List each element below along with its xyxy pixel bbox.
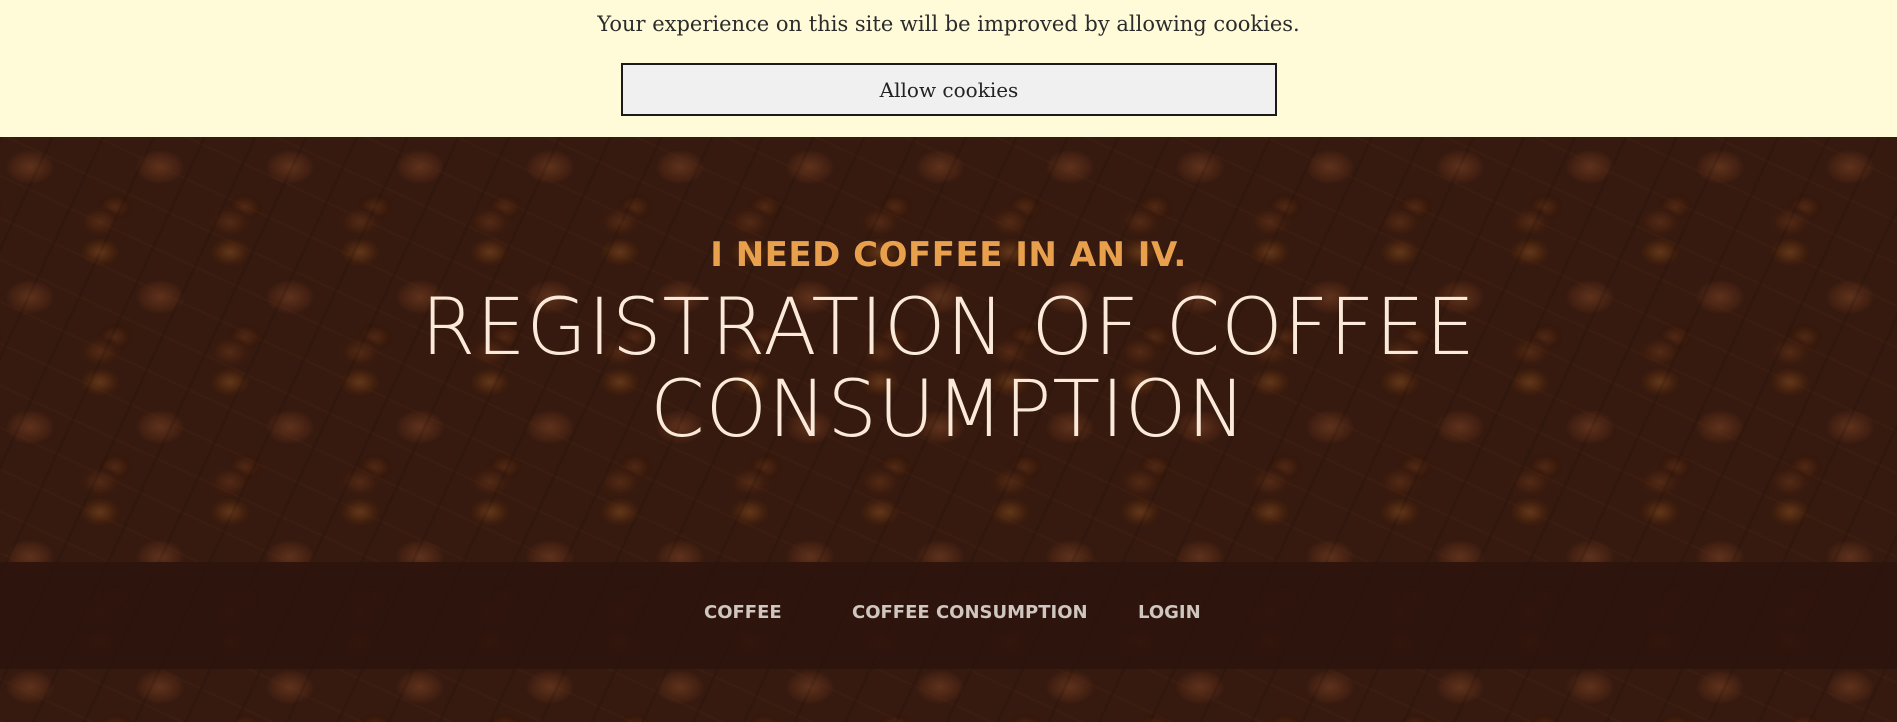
page-title: REGISTRATION OF COFFEE CONSUMPTION (0, 287, 1897, 451)
hero-tagline: I NEED COFFEE IN AN IV. (710, 235, 1187, 275)
hero-coffee-beans-background: I NEED COFFEE IN AN IV. REGISTRATION OF … (0, 137, 1897, 722)
cookie-banner: Your experience on this site will be imp… (0, 0, 1897, 137)
nav-item-coffee[interactable]: COFFEE (704, 602, 782, 623)
nav-item-login[interactable]: LOGIN (1138, 602, 1201, 623)
page: Your experience on this site will be imp… (0, 0, 1897, 722)
cookie-message: Your experience on this site will be imp… (597, 12, 1300, 36)
allow-cookies-button[interactable]: Allow cookies (621, 63, 1277, 116)
main-navigation: COFFEE COFFEE CONSUMPTION LOGIN (0, 562, 1897, 669)
page-title-line-1: REGISTRATION OF COFFEE (421, 283, 1476, 373)
page-title-line-2: CONSUMPTION (650, 365, 1247, 455)
nav-item-coffee-consumption[interactable]: COFFEE CONSUMPTION (852, 602, 1088, 623)
